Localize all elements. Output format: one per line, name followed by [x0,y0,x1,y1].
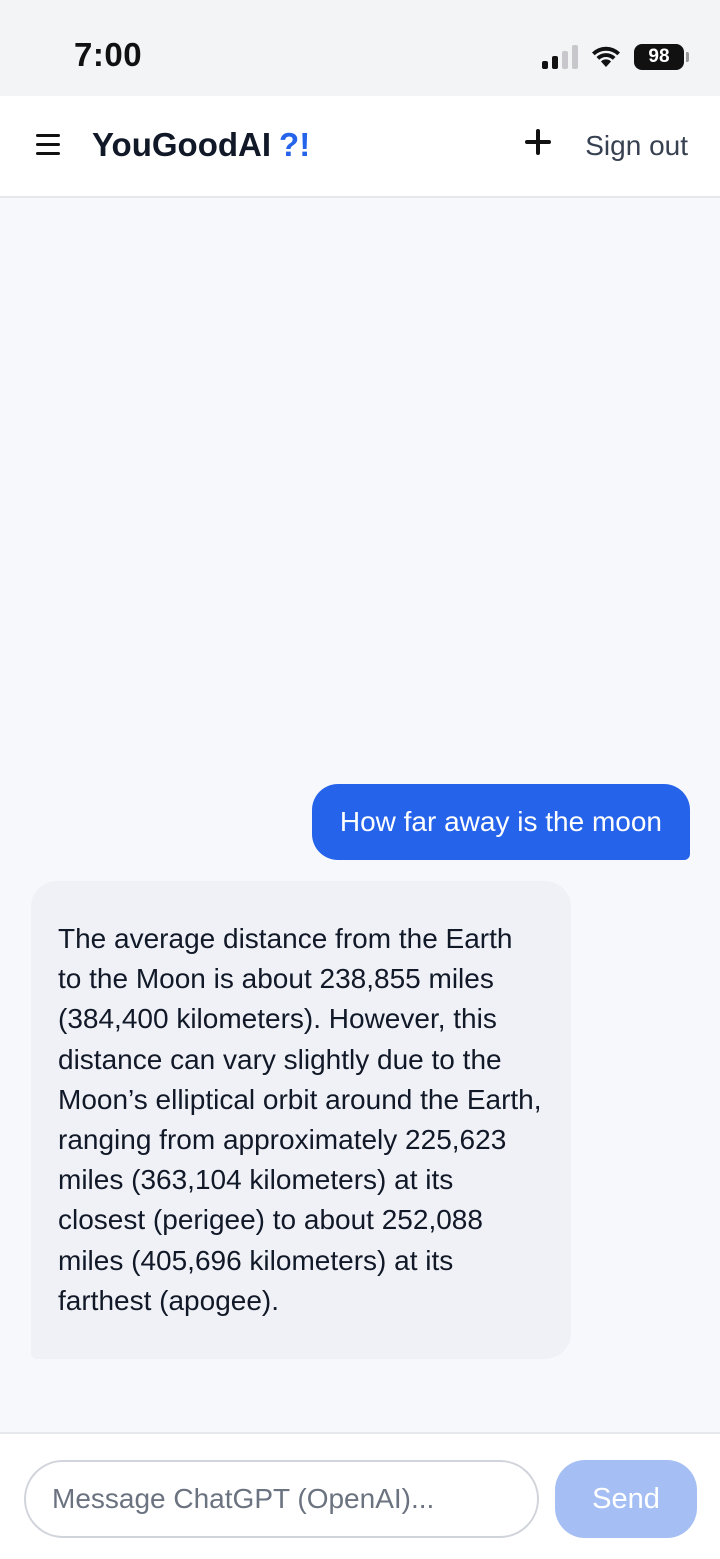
wifi-icon [592,46,620,67]
status-icons: 98 [542,42,689,72]
signal-icon [542,45,578,69]
message-input[interactable] [24,1460,539,1538]
chat-area: How far away is the moon The average dis… [0,198,720,1432]
brand-accent: ?! [279,126,311,163]
sign-out-link[interactable]: Sign out [585,130,688,162]
send-button[interactable]: Send [555,1460,697,1538]
brand-title: YouGoodAI?! [92,126,310,164]
brand-name: YouGoodAI [92,126,272,163]
battery-indicator: 98 [634,44,689,70]
user-message: How far away is the moon [311,784,690,860]
status-time: 7:00 [74,36,143,73]
assistant-message: The average distance from the Earth to t… [31,881,571,1360]
app-header: YouGoodAI?! Sign out [0,96,720,198]
hamburger-icon[interactable] [36,134,60,156]
composer: Send [0,1432,720,1559]
new-chat-button[interactable] [520,124,556,160]
status-bar: 7:00 98 [0,0,720,96]
